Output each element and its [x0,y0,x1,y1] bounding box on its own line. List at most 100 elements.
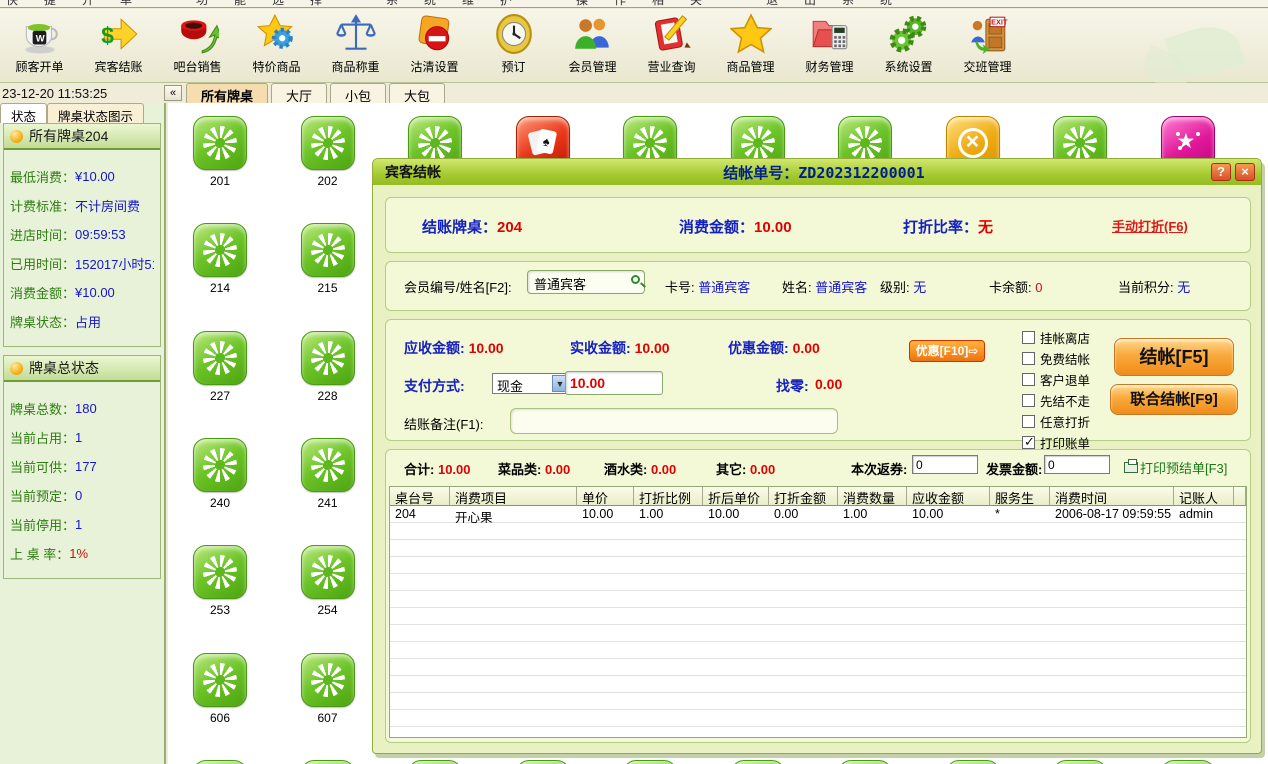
table-tile[interactable]: 228 [301,331,355,405]
coupon-return-input[interactable]: 0 [912,455,978,474]
toolbar-item-open-order[interactable]: W 顾客开单 [0,12,79,75]
pay-method-select[interactable]: 现金▼ [492,373,570,394]
table-tile-face[interactable] [838,760,892,764]
grid-header-cell[interactable]: 消费数量 [838,487,907,506]
checkbox-icon[interactable] [1022,352,1035,365]
toolbar-item-goods-manage[interactable]: 商品管理 [711,12,790,75]
close-button[interactable]: × [1235,163,1255,181]
table-tile-face[interactable] [301,438,355,492]
table-tile-face[interactable] [193,438,247,492]
coupon-button[interactable]: 优惠[F10]⇨ [909,340,985,362]
table-tile[interactable] [946,760,1000,764]
table-tile[interactable]: 241 [301,438,355,512]
room-area-tab[interactable]: 小包 [330,83,386,103]
table-tile-face[interactable] [301,116,355,170]
checkbox-icon[interactable] [1022,373,1035,386]
table-tile-face[interactable] [193,116,247,170]
invoice-input[interactable]: 0 [1044,455,1110,474]
toolbar-item-reservation[interactable]: 预订 [474,12,553,75]
table-tile[interactable] [1161,760,1215,764]
toolbar-item-shift-manage[interactable]: EXIT 交班管理 [948,12,1027,75]
toolbar-item-weighing[interactable]: 商品称重 [316,12,395,75]
guest-pay-input[interactable]: 10.00 [565,371,663,395]
table-tile[interactable]: 253 [193,545,247,619]
table-tile[interactable] [838,760,892,764]
toolbar-item-special-goods[interactable]: 特价商品 [237,12,316,75]
table-tile-face[interactable] [193,760,247,764]
grid-header-cell[interactable]: 消费项目 [450,487,577,506]
table-tile[interactable] [623,760,677,764]
table-tile-face[interactable] [193,545,247,599]
table-tile-face[interactable] [731,760,785,764]
menu-bar[interactable]: 快捷开单 功能选择 系统维护 操作相关 退出系统 [0,0,1268,8]
room-area-tab[interactable]: 大包 [389,83,445,103]
table-tile[interactable]: 607 [301,653,355,727]
checkbox-icon[interactable] [1022,415,1035,428]
grid-header-cell[interactable]: 打折比例 [634,487,703,506]
bill-item-row[interactable]: 204 开心果 10.00 1.00 10.00 0.00 [390,506,1246,523]
member-search-input[interactable]: 普通宾客 [527,270,645,294]
table-tile-face[interactable] [193,653,247,707]
table-tile-face[interactable] [516,760,570,764]
table-tile-face[interactable] [193,331,247,385]
toolbar-item-members[interactable]: 会员管理 [553,12,632,75]
table-tile-face[interactable] [623,760,677,764]
settle-button[interactable]: 结帐[F5] [1114,338,1234,376]
grid-header-cell[interactable]: 折后单价 [703,487,769,506]
toolbar-item-system-settings[interactable]: 系统设置 [869,12,948,75]
joint-settle-button[interactable]: 联合结帐[F9] [1110,384,1238,415]
table-tile[interactable]: 227 [193,331,247,405]
room-area-tab[interactable]: 所有牌桌 [186,83,268,103]
table-tile-face[interactable] [1161,760,1215,764]
toolbar-item-soldout-setting[interactable]: 沽清设置 [395,12,474,75]
sidebar-tab[interactable]: 牌桌状态图示 [47,103,144,123]
checkbox-icon[interactable] [1022,436,1035,449]
grid-header-cell[interactable]: 服务生 [990,487,1050,506]
dialog-titlebar[interactable]: 宾客结帐 结帐单号：ZD202312200001 ? × [373,159,1261,185]
table-tile-face[interactable] [193,223,247,277]
table-tile-face[interactable] [301,653,355,707]
manual-discount-link[interactable]: 手动打折(F6) [1112,216,1188,235]
table-tile[interactable]: 201 [193,116,247,190]
checkbox-icon[interactable] [1022,331,1035,344]
table-tile[interactable]: 215 [301,223,355,297]
grid-header-cell[interactable]: 打折金额 [769,487,838,506]
grid-header-cell[interactable]: 记账人 [1174,487,1234,506]
checkbox-icon[interactable] [1022,394,1035,407]
table-tile[interactable]: 254 [301,545,355,619]
grid-header-cell[interactable]: 消费时间 [1050,487,1174,506]
table-tile[interactable]: 202 [301,116,355,190]
sidebar-collapse-button[interactable]: « [164,85,182,101]
checkout-option[interactable]: 免费结帐 [1022,348,1090,369]
sidebar-tab[interactable]: 状态 [0,103,47,123]
checkout-option[interactable]: 挂帐离店 [1022,327,1090,348]
table-tile-face[interactable] [301,331,355,385]
checkout-option[interactable]: 客户退单 [1022,369,1090,390]
table-tile-face[interactable] [1053,760,1107,764]
table-tile-face[interactable] [301,760,355,764]
table-tile[interactable] [301,760,355,764]
table-tile[interactable]: 606 [193,653,247,727]
table-tile[interactable] [516,760,570,764]
table-tile[interactable]: 240 [193,438,247,512]
table-tile-face[interactable] [946,760,1000,764]
table-tile-face[interactable] [408,760,462,764]
table-tile[interactable] [408,760,462,764]
table-tile-face[interactable] [301,545,355,599]
print-prebill-link[interactable]: 打印预结单[F3] [1124,458,1227,477]
table-tile-face[interactable] [301,223,355,277]
checkout-option[interactable]: 任意打折 [1022,411,1090,432]
grid-header-cell[interactable]: 单价 [577,487,634,506]
toolbar-item-bar-sale[interactable]: 吧台销售 [158,12,237,75]
grid-header-cell[interactable]: 桌台号 [390,487,450,506]
grid-header-cell[interactable]: 应收金额 [907,487,990,506]
toolbar-item-guest-checkout[interactable]: $ 宾客结账 [79,12,158,75]
search-icon[interactable] [631,275,640,284]
checkout-option[interactable]: 先结不走 [1022,390,1090,411]
table-tile[interactable]: 214 [193,223,247,297]
toolbar-item-finance[interactable]: 财务管理 [790,12,869,75]
table-tile[interactable] [731,760,785,764]
checkout-note-input[interactable] [510,408,838,434]
room-area-tab[interactable]: 大厅 [271,83,327,103]
toolbar-item-business-query[interactable]: 营业查询 [632,12,711,75]
